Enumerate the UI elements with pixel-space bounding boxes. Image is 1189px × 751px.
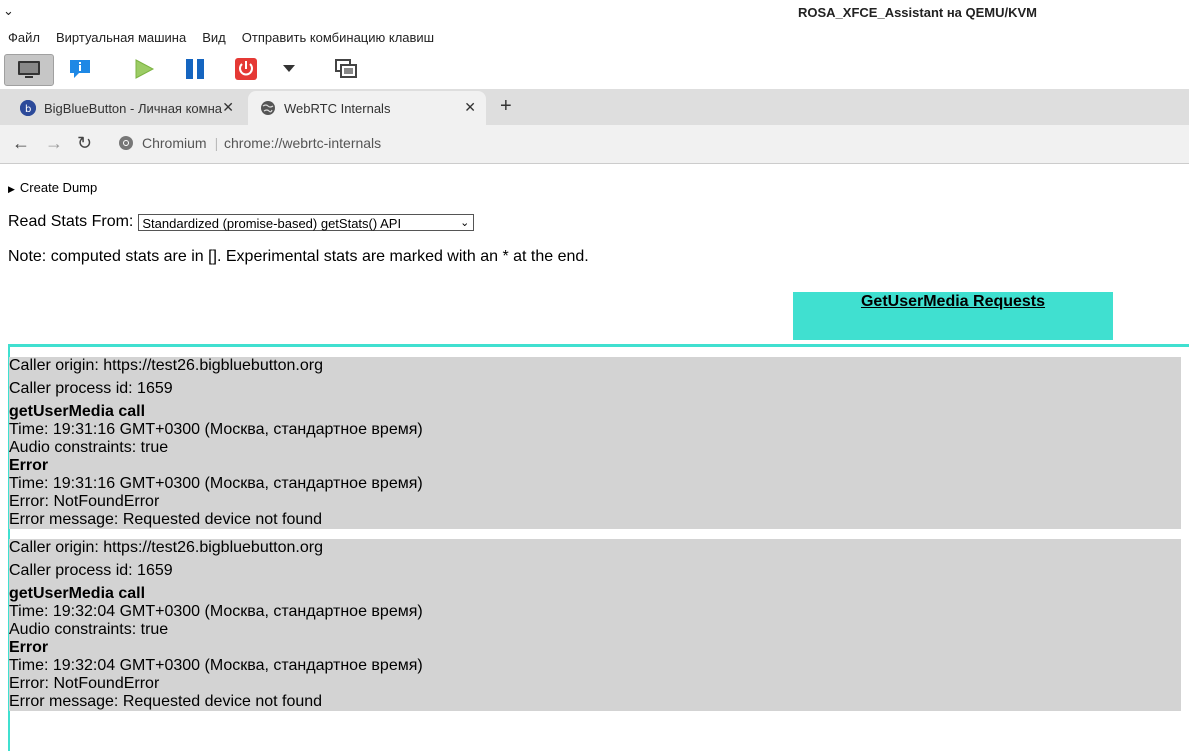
window-title: ROSA_XFCE_Assistant на QEMU/KVM <box>798 5 1038 20</box>
read-stats-select[interactable]: Standardized (promise-based) getStats() … <box>138 213 475 231</box>
audio-constraints: Audio constraints: true <box>9 439 169 456</box>
back-arrow-icon[interactable]: ← <box>12 133 30 154</box>
menu-view[interactable]: Вид <box>202 28 226 48</box>
site-info[interactable]: Chromium | <box>118 135 218 151</box>
call-time: Time: 19:31:16 GMT+0300 (Москва, стандар… <box>9 421 423 438</box>
error-time: Time: 19:32:04 GMT+0300 (Москва, стандар… <box>9 657 423 674</box>
info-bubble-icon <box>70 60 90 78</box>
caller-process-id: Caller process id: 1659 <box>9 380 173 397</box>
menu-send-key[interactable]: Отправить комбинацию клавиш <box>242 28 434 48</box>
create-dump-label: Create Dump <box>19 180 98 195</box>
run-button[interactable] <box>126 54 162 84</box>
chromium-icon <box>119 136 133 150</box>
chevron-down-icon: ⌄ <box>460 216 470 229</box>
details-button[interactable] <box>62 54 98 84</box>
disclosure-triangle-icon: ▶ <box>8 184 15 194</box>
tab-label: BigBlueButton - Личная комна <box>44 100 222 116</box>
error-name: Error: NotFoundError <box>9 675 160 692</box>
address-bar: ← → ↻ Chromium | chrome://webrtc-interna… <box>0 125 1189 164</box>
error-name: Error: NotFoundError <box>9 493 160 510</box>
close-tab-icon[interactable]: ✕ <box>222 99 234 116</box>
window-menu-chevron-icon[interactable]: ⌄ <box>3 3 14 19</box>
new-tab-plus-icon[interactable]: + <box>500 95 512 118</box>
stats-note: Note: computed stats are in []. Experime… <box>8 248 589 265</box>
menu-file[interactable]: Файл <box>8 28 40 48</box>
error-time: Time: 19:31:16 GMT+0300 (Москва, стандар… <box>9 475 423 492</box>
caller-origin: Caller origin: https://test26.bigbluebut… <box>9 539 323 556</box>
globe-icon <box>260 100 276 116</box>
request-entry: Caller origin: https://test26.bigbluebut… <box>9 539 1181 711</box>
url-field[interactable]: chrome://webrtc-internals <box>224 135 381 151</box>
read-stats-label: Read Stats From: <box>8 213 134 230</box>
console-view-button[interactable] <box>4 54 54 86</box>
fullscreen-button[interactable] <box>328 54 364 84</box>
shutdown-button[interactable] <box>228 54 264 84</box>
forward-arrow-icon[interactable]: → <box>45 133 63 154</box>
browser-tabstrip: b BigBlueButton - Личная комна ✕ WebRTC … <box>0 89 1189 125</box>
caller-origin: Caller origin: https://test26.bigbluebut… <box>9 357 323 374</box>
error-message: Error message: Requested device not foun… <box>9 693 323 710</box>
reload-icon[interactable]: ↻ <box>77 133 92 154</box>
svg-text:b: b <box>25 104 31 115</box>
tab-label: WebRTC Internals <box>284 100 391 116</box>
tab-webrtc-internals[interactable]: WebRTC Internals ✕ <box>248 91 486 125</box>
call-title: getUserMedia call <box>9 585 146 602</box>
tab-getusermedia-requests[interactable]: GetUserMedia Requests <box>793 292 1113 340</box>
tab-bigbluebutton[interactable]: b BigBlueButton - Личная комна ✕ <box>12 91 244 125</box>
vm-toolbar <box>0 51 1189 87</box>
read-stats-value: Standardized (promise-based) getStats() … <box>142 215 402 231</box>
divider: | <box>214 135 219 151</box>
dropdown-arrow-icon <box>283 65 295 72</box>
menu-vm[interactable]: Виртуальная машина <box>56 28 186 48</box>
site-label: Chromium <box>142 135 207 151</box>
page-content: ▶ Create Dump Read Stats From: Standardiz… <box>0 164 1189 751</box>
pause-button[interactable] <box>177 54 213 84</box>
audio-constraints: Audio constraints: true <box>9 621 169 638</box>
play-icon <box>135 59 155 79</box>
error-message: Error message: Requested device not foun… <box>9 511 323 528</box>
pause-icon <box>186 59 204 79</box>
caller-process-id: Caller process id: 1659 <box>9 562 173 579</box>
window-titlebar: ⌄ ROSA_XFCE_Assistant на QEMU/KVM <box>0 0 1189 26</box>
screens-icon <box>335 59 357 78</box>
monitor-icon <box>18 61 40 78</box>
call-time: Time: 19:32:04 GMT+0300 (Москва, стандар… <box>9 603 423 620</box>
menubar: Файл Виртуальная машина Вид Отправить ко… <box>0 28 442 48</box>
bigbluebutton-favicon-icon: b <box>20 100 36 116</box>
power-icon <box>235 58 257 80</box>
shutdown-menu-dropdown[interactable] <box>272 54 306 84</box>
call-title: getUserMedia call <box>9 403 146 420</box>
error-title: Error <box>9 639 49 656</box>
close-tab-icon[interactable]: ✕ <box>464 99 476 116</box>
request-entry: Caller origin: https://test26.bigbluebut… <box>9 357 1181 529</box>
error-title: Error <box>9 457 49 474</box>
getusermedia-tab-label: GetUserMedia Requests <box>860 293 1046 310</box>
create-dump-summary[interactable]: ▶ Create Dump <box>8 180 97 195</box>
read-stats-row: Read Stats From: Standardized (promise-b… <box>8 213 475 231</box>
